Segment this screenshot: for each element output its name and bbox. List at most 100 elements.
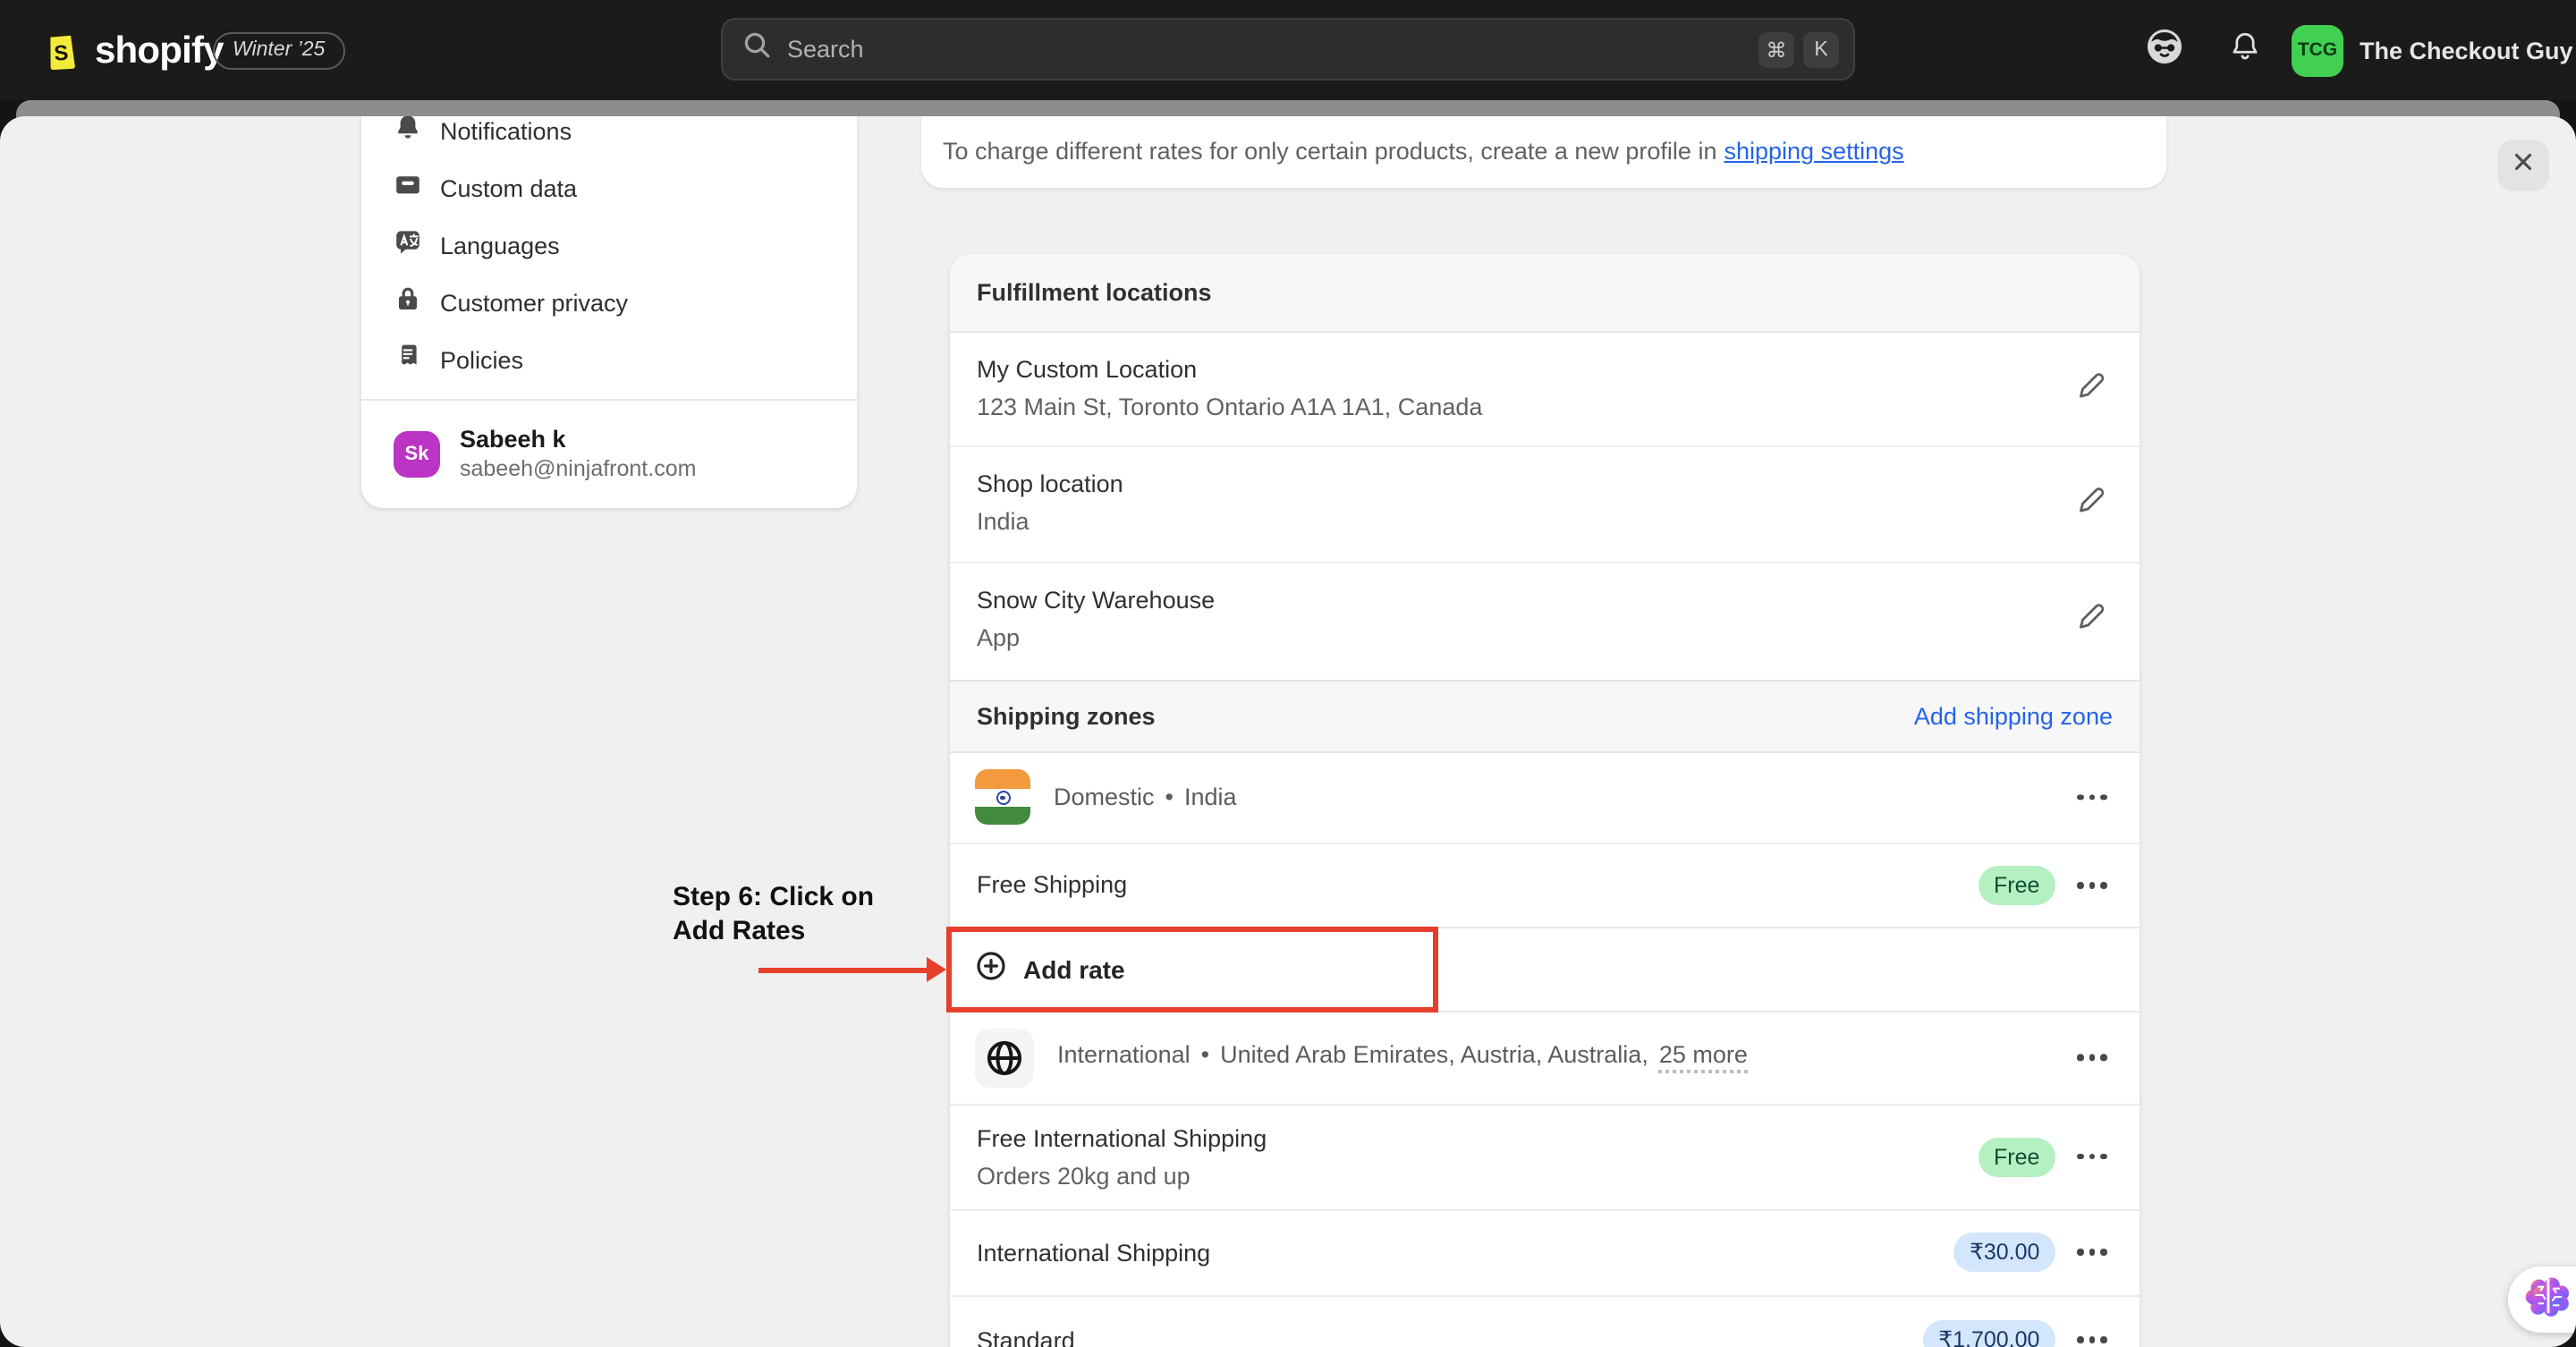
shipping-zones-title: Shipping zones bbox=[977, 702, 1156, 730]
nav-item-custom-data[interactable]: Custom data bbox=[361, 159, 857, 216]
shipping-profile-banner: To charge different rates for only certa… bbox=[921, 116, 2166, 187]
pencil-icon bbox=[2074, 369, 2105, 409]
settings-modal: Notifications Custom data Languages Cust… bbox=[0, 116, 2576, 1347]
rate-price-badge: Free bbox=[1978, 1137, 2056, 1176]
rate-row-free-shipping: Free Shipping Free bbox=[950, 843, 2140, 927]
nav-label: Policies bbox=[440, 346, 524, 373]
zone-name: International bbox=[1057, 1041, 1191, 1069]
location-row: Shop location India bbox=[950, 447, 2140, 563]
nav-label: Customer privacy bbox=[440, 289, 629, 316]
zone-menu-button[interactable] bbox=[2077, 793, 2107, 801]
settings-nav-list: Notifications Custom data Languages Cust… bbox=[361, 116, 857, 388]
location-detail: App bbox=[977, 623, 1021, 650]
card-header: Fulfillment locations bbox=[950, 254, 2140, 333]
zone-row-domestic: Domestic • India bbox=[950, 753, 2140, 843]
global-search[interactable]: ⌘ K bbox=[721, 18, 1855, 80]
shipping-settings-link[interactable]: shipping settings bbox=[1724, 139, 1903, 165]
sidekick-face-icon bbox=[2141, 22, 2188, 78]
shopify-admin-screen: S shopify Winter ’25 ⌘ K bbox=[0, 0, 2576, 1347]
nav-item-notifications[interactable]: Notifications bbox=[361, 116, 857, 159]
location-name: My Custom Location bbox=[977, 356, 1198, 383]
rate-name: International Shipping bbox=[977, 1239, 1211, 1267]
nav-label: Languages bbox=[440, 232, 560, 258]
nav-label: Notifications bbox=[440, 117, 572, 144]
store-name: The Checkout Guy bbox=[2360, 37, 2573, 64]
nav-item-languages[interactable]: Languages bbox=[361, 216, 857, 274]
location-row: Snow City Warehouse App bbox=[950, 563, 2140, 679]
rate-name: Free International Shipping bbox=[977, 1124, 1267, 1151]
highlight-rectangle bbox=[946, 926, 1438, 1012]
release-badge: Winter ’25 bbox=[213, 32, 345, 70]
pencil-icon bbox=[2074, 485, 2105, 524]
zone-name: Domestic bbox=[1054, 784, 1155, 811]
search-input[interactable] bbox=[784, 34, 1750, 64]
rate-row-free-international: Free International Shipping Orders 20kg … bbox=[950, 1105, 2140, 1210]
edit-location-button[interactable] bbox=[2068, 483, 2111, 526]
location-row: My Custom Location 123 Main St, Toronto … bbox=[950, 333, 2140, 447]
bell-icon bbox=[2225, 26, 2265, 74]
rate-menu-button[interactable] bbox=[2077, 1153, 2107, 1160]
store-menu[interactable]: TCG The Checkout Guy bbox=[2292, 18, 2573, 82]
rate-name: Standard bbox=[977, 1326, 1075, 1347]
settings-nav-panel: Notifications Custom data Languages Cust… bbox=[361, 116, 857, 508]
rate-price-badge: ₹30.00 bbox=[1953, 1233, 2056, 1273]
search-icon bbox=[742, 30, 771, 68]
extension-fab[interactable] bbox=[2508, 1267, 2576, 1333]
database-box-icon bbox=[394, 169, 422, 207]
user-avatar: Sk bbox=[394, 431, 440, 478]
receipt-icon bbox=[394, 341, 422, 378]
annotation-arrow bbox=[758, 968, 930, 974]
add-shipping-zone-link[interactable]: Add shipping zone bbox=[1914, 703, 2113, 730]
close-button[interactable] bbox=[2497, 140, 2549, 191]
shopify-wordmark: shopify bbox=[95, 30, 225, 72]
zone-region: India bbox=[1184, 784, 1237, 811]
bullet-separator: • bbox=[1200, 1041, 1210, 1069]
globe-icon bbox=[975, 1028, 1034, 1088]
close-icon bbox=[2510, 148, 2537, 183]
rate-row-standard: Standard ₹1,700.00 bbox=[950, 1297, 2140, 1347]
rate-name: Free Shipping bbox=[977, 871, 1128, 899]
shipping-zones-header: Shipping zones Add shipping zone bbox=[950, 679, 2140, 753]
rate-menu-button[interactable] bbox=[2077, 881, 2107, 889]
lock-icon bbox=[394, 284, 422, 321]
annotation-line1: Step 6: Click on bbox=[673, 882, 875, 912]
rate-price-badge: Free bbox=[1978, 865, 2056, 905]
zone-row-international: International • United Arab Emirates, Au… bbox=[950, 1012, 2140, 1105]
zone-menu-button[interactable] bbox=[2077, 1054, 2107, 1062]
location-detail: India bbox=[977, 508, 1030, 535]
svg-text:S: S bbox=[54, 41, 70, 66]
rate-row-international-shipping: International Shipping ₹30.00 bbox=[950, 1210, 2140, 1297]
topbar: S shopify Winter ’25 ⌘ K bbox=[0, 0, 2576, 100]
annotation-line2: Add Rates bbox=[673, 915, 806, 945]
user-profile[interactable]: Sk Sabeeh k sabeeh@ninjafront.com bbox=[361, 401, 857, 508]
zone-regions: United Arab Emirates, Austria, Australia… bbox=[1220, 1041, 1648, 1069]
rate-price-badge: ₹1,700.00 bbox=[1922, 1320, 2056, 1347]
edit-location-button[interactable] bbox=[2068, 599, 2111, 642]
bell-icon bbox=[394, 116, 422, 149]
more-countries-link[interactable]: 25 more bbox=[1658, 1042, 1748, 1074]
brain-icon bbox=[2524, 1273, 2572, 1326]
india-flag-icon bbox=[975, 769, 1030, 826]
location-name: Shop location bbox=[977, 470, 1123, 497]
rate-menu-button[interactable] bbox=[2077, 1336, 2107, 1344]
shopify-logo[interactable]: S shopify bbox=[36, 20, 225, 84]
step-annotation: Step 6: Click on Add Rates bbox=[673, 882, 874, 948]
sidekick-button[interactable] bbox=[2138, 23, 2191, 77]
location-name: Snow City Warehouse bbox=[977, 586, 1216, 613]
bullet-separator: • bbox=[1165, 784, 1174, 811]
banner-text: To charge different rates for only certa… bbox=[943, 138, 1717, 165]
location-detail: 123 Main St, Toronto Ontario A1A 1A1, Ca… bbox=[977, 394, 1483, 420]
user-email: sabeeh@ninjafront.com bbox=[460, 456, 697, 481]
k-key-badge: K bbox=[1803, 31, 1839, 67]
translate-icon bbox=[394, 226, 422, 264]
store-avatar: TCG bbox=[2292, 24, 2343, 76]
shopify-bag-icon: S bbox=[36, 20, 84, 84]
rate-menu-button[interactable] bbox=[2077, 1249, 2107, 1257]
edit-location-button[interactable] bbox=[2068, 368, 2111, 411]
annotation-arrow-head bbox=[927, 957, 946, 983]
notifications-button[interactable] bbox=[2218, 23, 2272, 77]
shipping-card: Fulfillment locations My Custom Location… bbox=[950, 254, 2140, 1347]
nav-item-policies[interactable]: Policies bbox=[361, 331, 857, 388]
cmd-key-badge: ⌘ bbox=[1758, 31, 1794, 67]
nav-item-customer-privacy[interactable]: Customer privacy bbox=[361, 274, 857, 331]
